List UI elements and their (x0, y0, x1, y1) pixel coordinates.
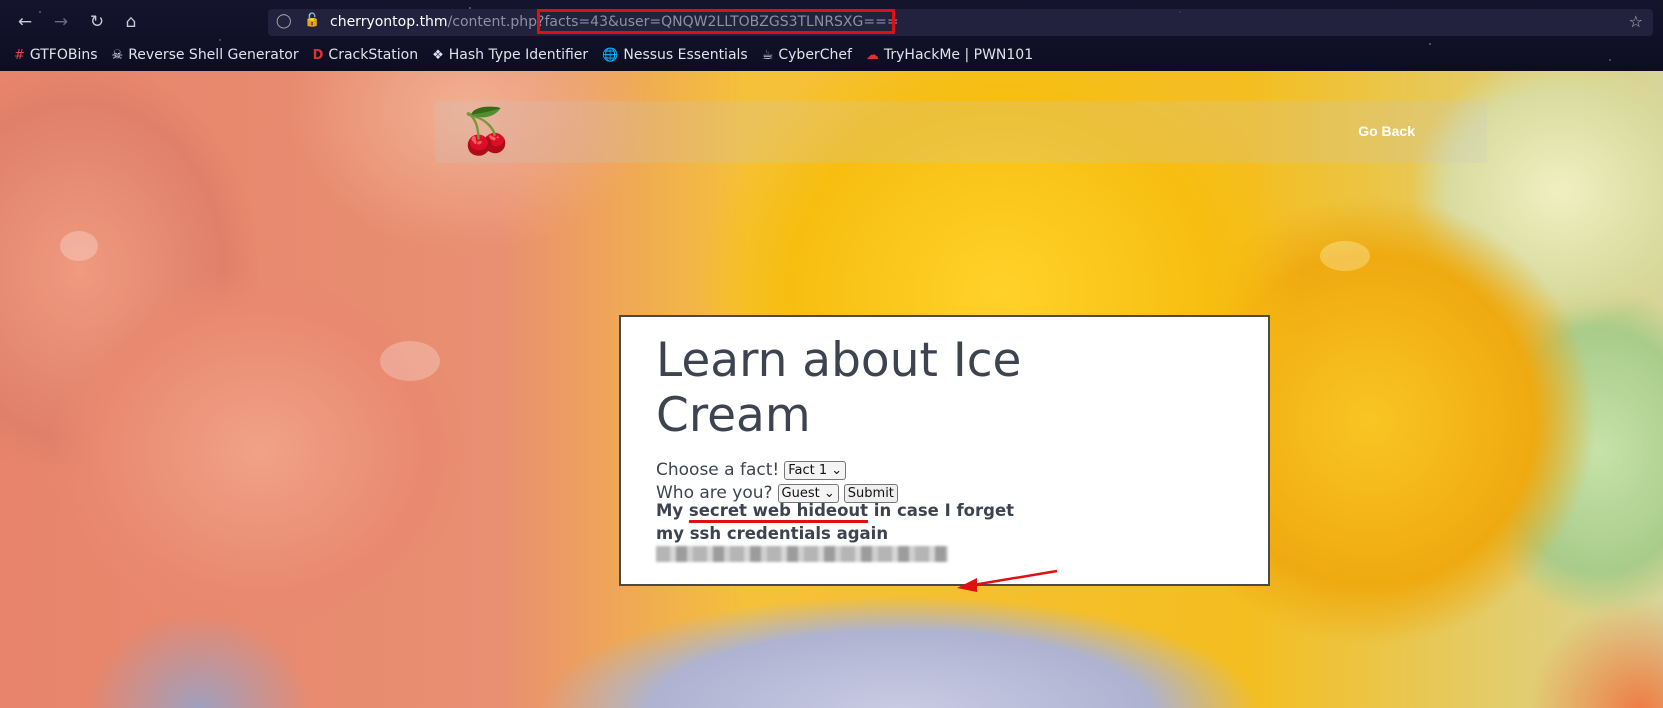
bookmark-label: Reverse Shell Generator (128, 47, 299, 63)
skull-icon: ☠ (111, 47, 124, 63)
bookmark-tryhackme[interactable]: ☁ TryHackMe | PWN101 (866, 47, 1033, 63)
reload-icon[interactable]: ↻ (86, 11, 108, 33)
globe-icon: 🌐 (602, 47, 619, 63)
hash-icon: # (14, 47, 25, 63)
bookmark-crackstation[interactable]: D CrackStation (313, 47, 418, 63)
shield-icon[interactable]: ◯ (276, 13, 292, 29)
site-header: 🍒 Go Back (435, 101, 1487, 163)
page-background: 🍒 Go Back Learn about Ice Cream Choose a… (0, 71, 1663, 708)
url-path: /content.php? (447, 14, 545, 30)
go-back-link[interactable]: Go Back (1358, 123, 1415, 139)
bookmark-reverse-shell[interactable]: ☠ Reverse Shell Generator (112, 47, 299, 63)
message-highlight: secret web hideout (688, 501, 869, 520)
chevron-down-icon: ⌄ (831, 462, 843, 478)
background-texture (60, 231, 98, 261)
content-card: Learn about Ice Cream Choose a fact! Fac… (619, 315, 1270, 586)
bookmark-label: Hash Type Identifier (448, 47, 589, 63)
bookmark-nessus[interactable]: 🌐 Nessus Essentials (602, 47, 748, 63)
bookmark-cyberchef[interactable]: ☕ CyberChef (762, 47, 852, 63)
background-texture (380, 341, 440, 381)
bookmark-label: TryHackMe | PWN101 (883, 47, 1034, 63)
chef-hat-icon: ☕ (761, 47, 774, 63)
d-logo-icon: D (312, 47, 324, 63)
bookmark-hash-type[interactable]: ❖ Hash Type Identifier (432, 47, 588, 63)
bookmark-label: CyberChef (778, 47, 852, 63)
fact-label: Choose a fact! (656, 460, 780, 480)
background-texture (1320, 241, 1370, 271)
bookmark-label: GTFOBins (29, 47, 98, 63)
redacted-credentials (656, 546, 948, 562)
address-bar[interactable]: ◯ 🔓 cherryontop.thm/content.php?facts=43… (268, 9, 1653, 36)
url-query-highlight-box (537, 9, 895, 34)
forward-arrow-icon[interactable]: → (50, 11, 72, 33)
cherry-logo-icon[interactable]: 🍒 (459, 107, 514, 157)
bookmark-star-icon[interactable]: ☆ (1629, 12, 1643, 31)
home-icon[interactable]: ⌂ (120, 11, 142, 33)
red-arrow-annotation (957, 569, 1058, 592)
message-text-pre: My (656, 501, 689, 520)
cloud-icon: ☁ (865, 47, 879, 63)
bookmark-label: CrackStation (328, 47, 419, 63)
bookmarks-bar: # GTFOBins ☠ Reverse Shell Generator D Crac… (14, 47, 1033, 63)
browser-chrome: ← → ↻ ⌂ ◯ 🔓 cherryontop.thm/content.php?… (0, 0, 1663, 71)
fact-select[interactable]: Fact 1 ⌄ (784, 460, 847, 480)
back-arrow-icon[interactable]: ← (14, 11, 36, 33)
url-host: cherryontop.thm (330, 14, 448, 30)
bookmark-gtfobins[interactable]: # GTFOBins (14, 47, 98, 63)
bookmark-label: Nessus Essentials (623, 47, 748, 63)
hash-identifier-icon: ❖ (432, 47, 444, 63)
fact-select-value: Fact 1 (788, 462, 828, 478)
page-title: Learn about Ice Cream (656, 333, 1022, 443)
insecure-lock-icon[interactable]: 🔓 (304, 13, 320, 28)
secret-message: My secret web hideout in case I forget m… (656, 499, 1036, 545)
fact-row: Choose a fact! Fact 1 ⌄ (656, 460, 847, 480)
